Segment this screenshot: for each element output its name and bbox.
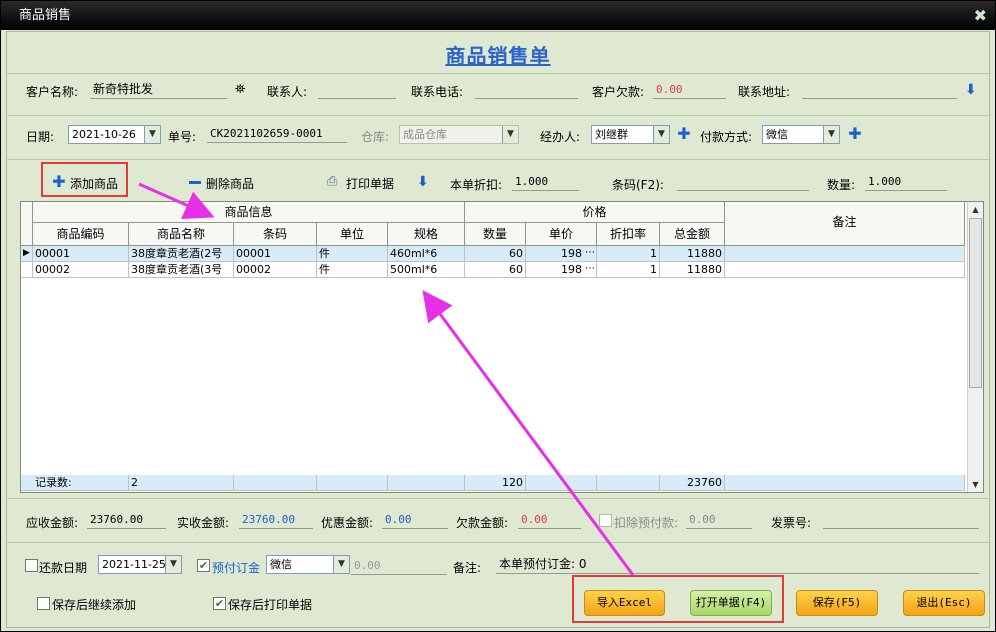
annotation-arrow [422,290,635,576]
sales-window: 商品销售 ✖ 商品销售单 客户名称: 新奇特批发 ⛯ 联系人: 联系电话: 客户… [0,0,996,632]
annotation-arrow [138,182,215,219]
annotation-overlay [138,182,635,576]
